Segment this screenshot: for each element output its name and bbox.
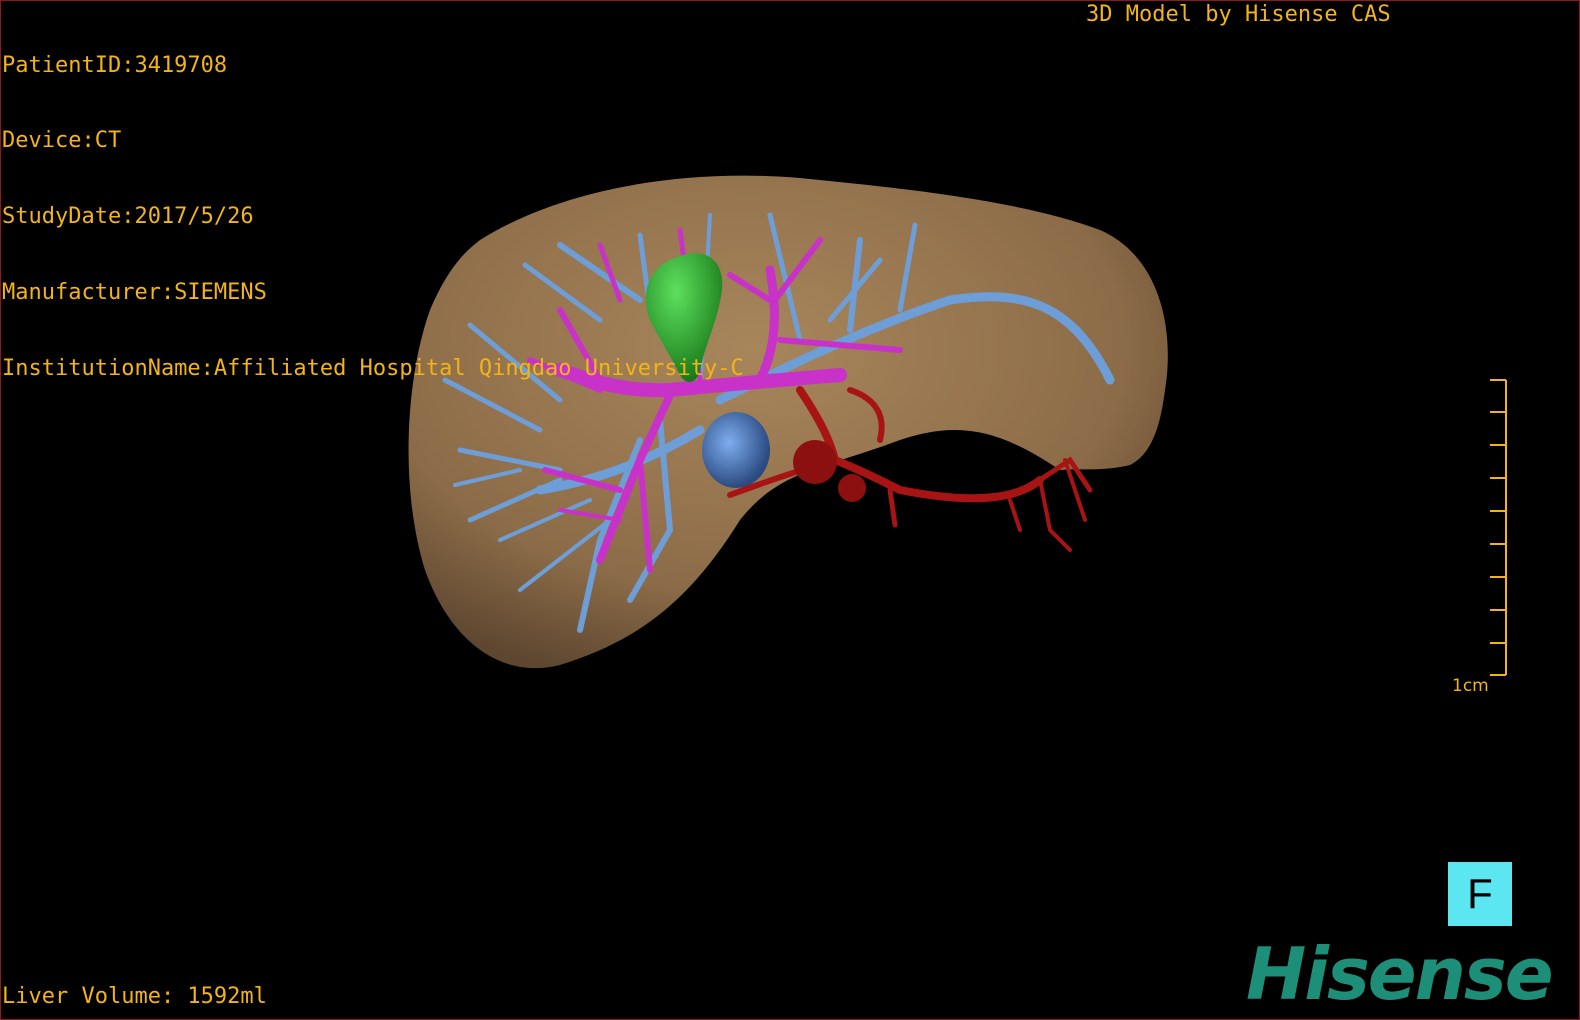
scale-bar xyxy=(1490,379,1507,676)
aneurysm-cluster-secondary xyxy=(838,474,866,502)
manufacturer: Manufacturer:SIEMENS xyxy=(2,280,267,306)
model-attribution: 3D Model by Hisense CAS xyxy=(1086,2,1391,27)
device: Device:CT xyxy=(2,128,122,154)
aneurysm-cluster xyxy=(793,440,837,484)
patient-info-overlay: PatientID:3419708 Device:CT StudyDate:20… xyxy=(2,2,744,407)
orientation-marker-button[interactable]: F xyxy=(1448,862,1512,926)
inferior-vena-cava xyxy=(702,412,770,488)
liver-volume-readout: Liver Volume: 1592ml xyxy=(2,984,267,1009)
patient-id: PatientID:3419708 xyxy=(2,52,228,78)
institution-name: InstitutionName:Affiliated Hospital Qing… xyxy=(2,356,744,382)
hisense-logo: Hisense xyxy=(1246,932,1554,1016)
study-date: StudyDate:2017/5/26 xyxy=(2,204,254,230)
scale-bar-label: 1cm xyxy=(1452,676,1489,696)
